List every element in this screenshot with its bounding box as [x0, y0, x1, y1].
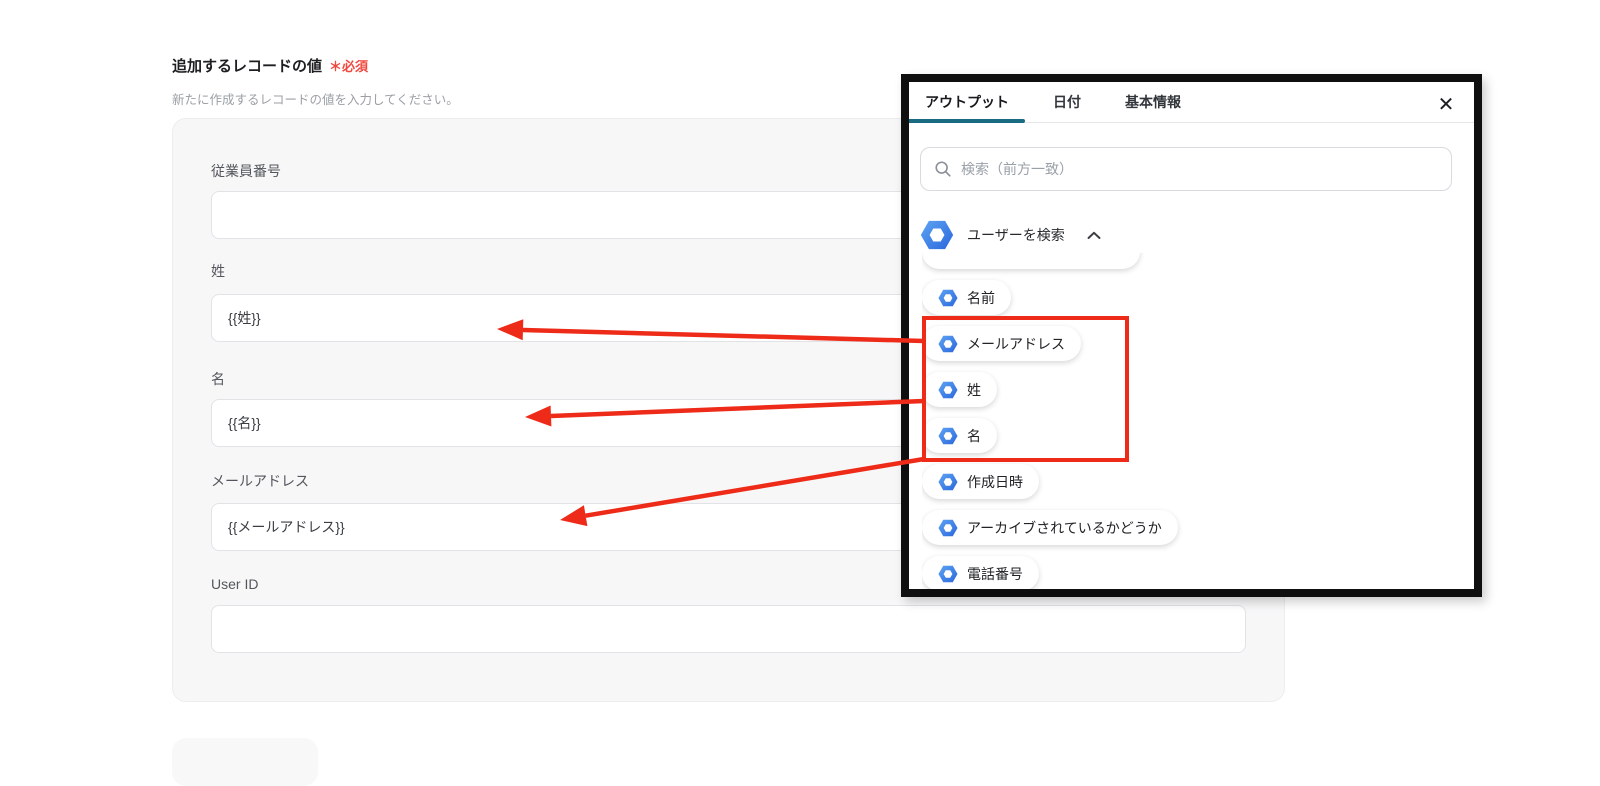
field-label-user-id: User ID [211, 576, 259, 592]
output-panel-body: アウトプット 日付 基本情報 ✕ ユーザーを検索 名前 [909, 82, 1474, 589]
output-hexagon-icon [938, 381, 958, 398]
bottom-partial-card [172, 738, 318, 786]
output-pill-created-at[interactable]: 作成日時 [922, 464, 1039, 499]
page-title-text: 追加するレコードの値 [172, 58, 323, 75]
output-pill-first-name[interactable]: 名 [922, 418, 997, 453]
output-pill-label: アーカイブされているかどうか [967, 519, 1162, 536]
output-hexagon-icon [938, 473, 958, 490]
search-box[interactable] [920, 147, 1452, 191]
output-hexagon-icon [938, 289, 958, 306]
app-hexagon-icon [920, 220, 954, 250]
page-title: 追加するレコードの値 ＊必須 [172, 55, 368, 76]
output-pill-label: 電話番号 [967, 565, 1023, 582]
output-pill-last-name[interactable]: 姓 [922, 372, 997, 407]
output-panel: アウトプット 日付 基本情報 ✕ ユーザーを検索 名前 [901, 74, 1482, 597]
required-badge: ＊必須 [329, 59, 369, 74]
output-pill-clipped[interactable] [922, 253, 1140, 269]
output-pill-label: 名前 [967, 289, 995, 306]
tab-basic-info[interactable]: 基本情報 [1109, 82, 1197, 122]
tab-output[interactable]: アウトプット [909, 82, 1025, 123]
output-hexagon-icon [938, 335, 958, 352]
output-pill-label: 作成日時 [967, 473, 1023, 490]
search-icon [935, 161, 951, 177]
output-hexagon-icon [938, 519, 958, 536]
field-label-first-name: 名 [211, 371, 225, 387]
close-button[interactable]: ✕ [1432, 90, 1460, 118]
output-hexagon-icon [938, 427, 958, 444]
search-input[interactable] [961, 161, 1438, 177]
output-pill-label: メールアドレス [967, 335, 1065, 352]
field-label-email: メールアドレス [211, 473, 309, 489]
output-pill-label: 姓 [967, 381, 981, 398]
chevron-up-icon[interactable] [1087, 231, 1101, 240]
section-label: ユーザーを検索 [967, 227, 1065, 243]
output-pill-name[interactable]: 名前 [922, 280, 1011, 315]
output-pill-phone[interactable]: 電話番号 [922, 556, 1039, 589]
section-user-search[interactable]: ユーザーを検索 [920, 218, 1101, 252]
panel-tabs: アウトプット 日付 基本情報 [909, 82, 1474, 123]
page-subtitle: 新たに作成するレコードの値を入力してください。 [172, 93, 459, 107]
tab-date[interactable]: 日付 [1037, 82, 1097, 122]
page: { "header": { "title": "追加するレコードの値", "re… [0, 0, 1600, 786]
output-pill-email[interactable]: メールアドレス [922, 326, 1081, 361]
output-hexagon-icon [938, 565, 958, 582]
field-label-employee-number: 従業員番号 [211, 163, 281, 179]
user-id-field[interactable] [211, 605, 1246, 653]
field-label-last-name: 姓 [211, 263, 225, 279]
close-icon: ✕ [1437, 93, 1455, 116]
output-pill-archived[interactable]: アーカイブされているかどうか [922, 510, 1178, 545]
output-pill-label: 名 [967, 427, 981, 444]
output-variable-list: 名前 メールアドレス 姓 名 作成日時 アーカイブされているかどうか 電話番号 [922, 253, 1467, 589]
